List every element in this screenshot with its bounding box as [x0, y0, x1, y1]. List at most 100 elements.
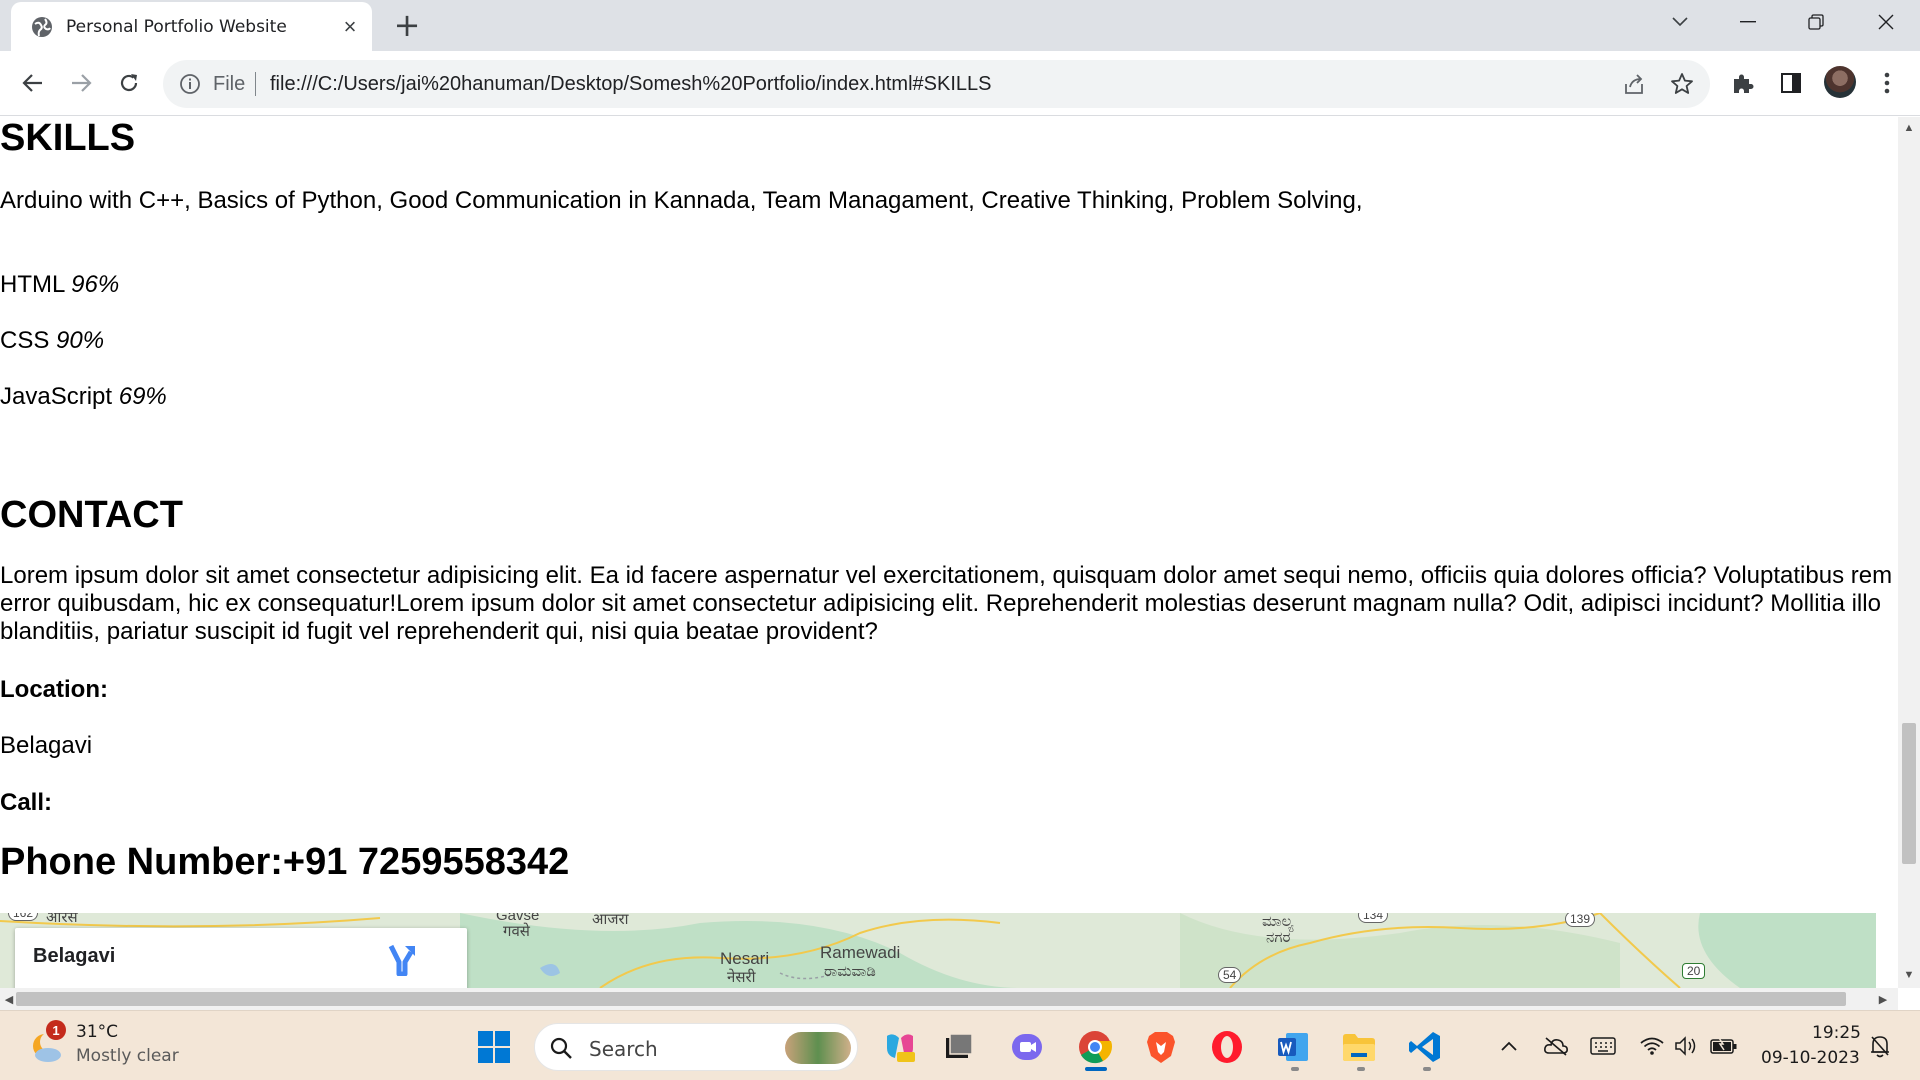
- address-bar[interactable]: File file:///C:/Users/jai%20hanuman/Desk…: [163, 60, 1710, 108]
- horizontal-scroll-thumb[interactable]: [16, 992, 1846, 1006]
- minimize-icon[interactable]: [1718, 0, 1778, 44]
- location-label: Location:: [0, 676, 108, 703]
- notification-bell-icon[interactable]: [1866, 1033, 1894, 1059]
- skill-item-css: CSS 90%: [0, 327, 104, 355]
- scheme-label: File: [213, 73, 246, 95]
- scroll-down-icon[interactable]: ▼: [1902, 968, 1916, 982]
- page-viewport: SKILLS Arduino with C++, Basics of Pytho…: [0, 117, 1898, 988]
- road-shield: 20: [1682, 963, 1706, 979]
- road-shield: 134: [1358, 913, 1389, 923]
- browser-toolbar: File file:///C:/Users/jai%20hanuman/Desk…: [0, 51, 1920, 116]
- new-tab-button[interactable]: +: [391, 6, 423, 44]
- road-shield: 54: [1218, 967, 1242, 983]
- clock-date[interactable]: 09-10-2023: [1761, 1048, 1860, 1068]
- phone-number: Phone Number:+91 7259558342: [0, 841, 570, 883]
- notification-badge: 1: [46, 1020, 66, 1040]
- profile-avatar[interactable]: [1824, 66, 1856, 98]
- teams-chat-icon[interactable]: [1005, 1025, 1049, 1069]
- skills-list: Arduino with C++, Basics of Python, Good…: [0, 187, 1363, 214]
- battery-charging-icon[interactable]: [1710, 1033, 1738, 1059]
- restore-icon[interactable]: [1786, 0, 1846, 44]
- reload-button[interactable]: [110, 64, 148, 102]
- onedrive-offline-icon[interactable]: [1542, 1033, 1570, 1059]
- kebab-menu-icon[interactable]: [1872, 68, 1902, 98]
- url-text[interactable]: file:///C:/Users/jai%20hanuman/Desktop/S…: [270, 73, 991, 96]
- tab-close-icon[interactable]: ×: [337, 14, 363, 40]
- skill-percent: 69%: [118, 383, 167, 410]
- weather-description: Mostly clear: [76, 1046, 179, 1066]
- chevron-up-icon[interactable]: [1495, 1033, 1523, 1059]
- word-icon[interactable]: [1271, 1025, 1315, 1069]
- map-label: नेसरी: [727, 969, 756, 986]
- windows-logo-icon[interactable]: [472, 1025, 516, 1069]
- share-icon[interactable]: [1621, 71, 1647, 97]
- scroll-left-icon[interactable]: ◀: [2, 992, 16, 1006]
- scroll-right-icon[interactable]: ▶: [1876, 992, 1890, 1006]
- vertical-scrollbar[interactable]: ▲ ▼: [1898, 117, 1920, 988]
- keyboard-icon[interactable]: [1589, 1033, 1617, 1059]
- map-label: आजरा: [592, 913, 629, 928]
- horizontal-scrollbar[interactable]: ◀ ▶: [0, 988, 1898, 1010]
- close-window-icon[interactable]: [1856, 0, 1916, 44]
- info-icon[interactable]: [179, 73, 201, 95]
- taskbar-search[interactable]: Search: [534, 1023, 858, 1071]
- tab-search-icon[interactable]: [1650, 0, 1710, 44]
- road-shield: 162: [8, 913, 39, 921]
- embedded-map[interactable]: Nesari नेसरी Ramewadi ರಾಮವಾಡಿ Gavse गवसे…: [0, 913, 1876, 988]
- contact-heading: CONTACT: [0, 494, 183, 536]
- skill-percent: 96%: [71, 271, 120, 298]
- clock-time[interactable]: 19:25: [1812, 1023, 1861, 1043]
- map-label: ನಗರ: [1266, 929, 1291, 946]
- search-icon: [550, 1037, 572, 1059]
- copilot-preview-icon[interactable]: [878, 1025, 922, 1069]
- road-shield: 139: [1565, 913, 1596, 927]
- globe-icon: [32, 17, 52, 37]
- map-label: ಮಾಲ್ಯ: [1262, 913, 1294, 930]
- skills-heading: SKILLS: [0, 117, 136, 159]
- weather-temperature: 31°C: [76, 1022, 119, 1042]
- star-icon[interactable]: [1669, 71, 1695, 97]
- skill-name: HTML: [0, 271, 65, 298]
- contact-paragraph: Lorem ipsum dolor sit amet consectetur a…: [0, 562, 1893, 645]
- running-app-indicator: [1423, 1067, 1431, 1071]
- map-label: Nesari: [720, 949, 770, 968]
- search-highlight-image: [785, 1032, 851, 1064]
- location-value: Belagavi: [0, 732, 93, 759]
- omnibox-divider: [255, 72, 256, 96]
- map-label: Ramewadi: [820, 943, 901, 962]
- skill-name: JavaScript: [0, 383, 113, 410]
- skill-name: CSS: [0, 327, 50, 354]
- vertical-scroll-thumb[interactable]: [1902, 723, 1916, 864]
- map-label: ರಾಮವಾಡಿ: [824, 963, 876, 980]
- wifi-icon[interactable]: [1638, 1033, 1666, 1059]
- call-label: Call:: [0, 789, 53, 816]
- back-button[interactable]: [14, 64, 52, 102]
- map-label: गवसे: [503, 923, 530, 940]
- skill-percent: 90%: [56, 327, 105, 354]
- running-app-indicator: [1357, 1067, 1365, 1071]
- forward-button[interactable]: [62, 64, 100, 102]
- task-view-icon[interactable]: [937, 1025, 981, 1069]
- tab-strip: Personal Portfolio Website × +: [0, 0, 1920, 51]
- side-panel-icon[interactable]: [1776, 68, 1806, 98]
- taskbar: 1 31°C Mostly clear Search 19:25 09-10-2…: [0, 1010, 1920, 1080]
- tab-title: Personal Portfolio Website: [66, 17, 287, 37]
- skill-item-html: HTML 96%: [0, 271, 119, 299]
- file-explorer-icon[interactable]: [1337, 1025, 1381, 1069]
- vscode-icon[interactable]: [1403, 1025, 1447, 1069]
- directions-icon[interactable]: [385, 942, 419, 976]
- volume-icon[interactable]: [1672, 1033, 1700, 1059]
- search-placeholder: Search: [589, 1037, 658, 1061]
- active-app-indicator: [1085, 1067, 1107, 1071]
- running-app-indicator: [1291, 1067, 1299, 1071]
- puzzle-icon[interactable]: [1728, 68, 1758, 98]
- browser-tab[interactable]: Personal Portfolio Website ×: [11, 2, 372, 51]
- opera-icon[interactable]: [1205, 1025, 1249, 1069]
- skill-item-javascript: JavaScript 69%: [0, 383, 167, 411]
- map-place-card[interactable]: Belagavi: [15, 928, 467, 988]
- brave-icon[interactable]: [1139, 1025, 1183, 1069]
- scroll-up-icon[interactable]: ▲: [1902, 121, 1916, 135]
- map-place-title: Belagavi: [33, 945, 116, 967]
- map-label: आरस: [46, 913, 78, 926]
- chrome-icon[interactable]: [1073, 1025, 1117, 1069]
